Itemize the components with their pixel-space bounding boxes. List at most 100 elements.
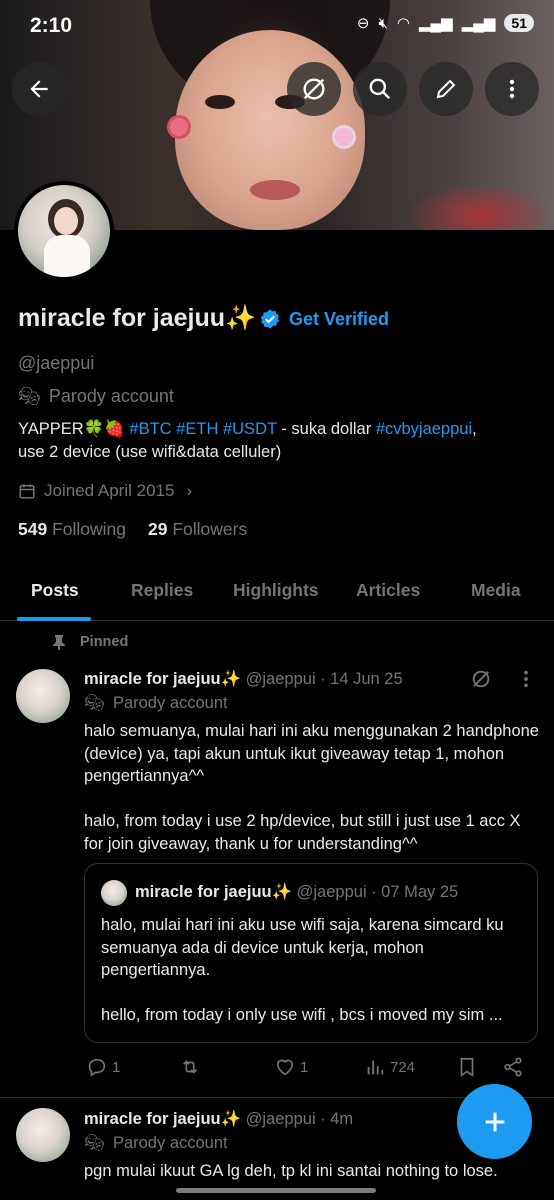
post-actions: 1 1 724 bbox=[84, 1056, 534, 1084]
more-vertical-icon bbox=[509, 79, 515, 99]
mask-icon: 🎭︎ bbox=[84, 694, 105, 712]
followers-link[interactable]: 29 Followers bbox=[148, 519, 247, 540]
tab-posts[interactable]: Posts bbox=[31, 580, 79, 601]
back-arrow-icon bbox=[30, 80, 48, 98]
pencil-icon bbox=[436, 79, 456, 99]
compose-post-button[interactable] bbox=[457, 1084, 532, 1159]
like-count: 1 bbox=[300, 1058, 309, 1076]
hashtag-link[interactable]: #BTC bbox=[129, 420, 171, 438]
more-vertical-icon bbox=[524, 670, 528, 688]
follow-stats: 549 Following 29 Followers bbox=[18, 519, 247, 540]
post-avatar[interactable] bbox=[16, 1108, 70, 1162]
quote-header: miracle for jaejuu✨ @jaeppui · 07 May 25 bbox=[135, 883, 458, 902]
bio-text: use 2 device (use wifi&data celluler) bbox=[18, 443, 282, 461]
hashtag-link[interactable]: #USDT bbox=[223, 420, 277, 438]
views-icon bbox=[367, 1060, 384, 1075]
signal-icon: ▂▄▆ bbox=[461, 15, 496, 32]
grok-icon bbox=[472, 670, 490, 688]
grok-icon bbox=[303, 78, 325, 100]
hashtag-link[interactable]: #ETH bbox=[176, 420, 218, 438]
profile-tabs: Posts Replies Highlights Articles Media bbox=[0, 570, 554, 621]
tab-articles[interactable]: Articles bbox=[356, 580, 420, 601]
reply-button[interactable]: 1 bbox=[86, 1056, 120, 1078]
battery-indicator: 51 bbox=[504, 14, 534, 32]
parody-text: Parody account bbox=[112, 694, 228, 712]
followers-label: Followers bbox=[172, 519, 248, 539]
post-parody-label: 🎭︎ Parody account bbox=[84, 1134, 228, 1153]
signal-icon: ▂▄▆ bbox=[419, 15, 453, 32]
mask-icon: 🎭︎ bbox=[18, 386, 41, 406]
profile-bio: YAPPER🍀🍓 #BTC #ETH #USDT - suka dollar #… bbox=[18, 418, 538, 464]
tab-replies[interactable]: Replies bbox=[131, 580, 193, 601]
parody-text: Parody account bbox=[48, 386, 174, 406]
mute-icon: 🔇︎ bbox=[378, 14, 388, 32]
post-parody-label: 🎭︎ Parody account bbox=[84, 694, 228, 713]
post-more-button[interactable] bbox=[518, 668, 534, 695]
parody-label: 🎭︎ Parody account bbox=[18, 386, 174, 407]
joined-date[interactable]: Joined April 2015 › bbox=[18, 481, 192, 501]
mask-icon: 🎭︎ bbox=[84, 1134, 105, 1152]
wifi-icon: ◠ bbox=[396, 15, 411, 32]
view-count: 724 bbox=[390, 1058, 416, 1076]
reply-count: 1 bbox=[112, 1058, 121, 1076]
search-icon bbox=[369, 78, 391, 100]
following-label: Following bbox=[52, 519, 127, 539]
post-grok-button[interactable] bbox=[470, 668, 492, 695]
post-header: miracle for jaejuu✨ @jaeppui · 14 Jun 25 bbox=[84, 670, 403, 689]
reply-icon bbox=[88, 1058, 106, 1077]
bookmark-button[interactable] bbox=[457, 1056, 477, 1078]
avatar-image bbox=[18, 185, 110, 277]
status-icons: ⊖ 🔇︎ ◠ ▂▄▆ ▂▄▆ 51 bbox=[357, 14, 534, 32]
banner-flower bbox=[335, 128, 353, 146]
plus-icon bbox=[485, 1112, 504, 1131]
status-bar: 2:10 ⊖ 🔇︎ ◠ ▂▄▆ ▂▄▆ 51 bbox=[0, 0, 554, 48]
pinned-label: Pinned bbox=[80, 634, 129, 650]
search-button[interactable] bbox=[353, 62, 407, 116]
profile-display-name: miracle for jaejuu✨ bbox=[18, 304, 257, 332]
edit-button[interactable] bbox=[419, 62, 473, 116]
followers-count: 29 bbox=[148, 519, 168, 539]
more-options-button[interactable] bbox=[485, 62, 539, 116]
heart-icon bbox=[276, 1059, 294, 1076]
bookmark-icon bbox=[460, 1057, 474, 1077]
post-author-name[interactable]: miracle for jaejuu✨ bbox=[84, 1110, 241, 1128]
like-button[interactable]: 1 bbox=[274, 1056, 308, 1078]
share-button[interactable] bbox=[502, 1056, 524, 1078]
avatar-face bbox=[54, 207, 78, 235]
get-verified-button[interactable]: Get Verified bbox=[259, 308, 389, 330]
tab-highlights[interactable]: Highlights bbox=[233, 580, 319, 601]
quote-author-name: miracle for jaejuu✨ bbox=[135, 883, 293, 901]
avatar-dress bbox=[44, 235, 90, 277]
post-author-handle: @jaeppui bbox=[245, 1110, 316, 1128]
profile-handle: @jaeppui bbox=[18, 353, 95, 373]
grok-button[interactable] bbox=[287, 62, 341, 116]
post-date: · 14 Jun 25 bbox=[320, 670, 403, 688]
bio-text: YAPPER🍀🍓 bbox=[18, 420, 130, 438]
quoted-post[interactable]: miracle for jaejuu✨ @jaeppui · 07 May 25… bbox=[84, 863, 538, 1043]
get-verified-label: Get Verified bbox=[289, 308, 390, 329]
chevron-right-icon: › bbox=[186, 481, 193, 500]
post-header: miracle for jaejuu✨ @jaeppui · 4m bbox=[84, 1110, 353, 1129]
post-avatar[interactable] bbox=[16, 669, 70, 723]
parody-text: Parody account bbox=[112, 1134, 228, 1152]
calendar-icon bbox=[19, 484, 35, 499]
quote-author-handle: @jaeppui bbox=[296, 883, 367, 901]
repost-button[interactable] bbox=[178, 1056, 206, 1078]
back-button[interactable] bbox=[12, 62, 66, 116]
post-date: · 4m bbox=[320, 1110, 354, 1128]
post-text: halo semuanya, mulai hari ini aku menggu… bbox=[84, 722, 539, 853]
status-time: 2:10 bbox=[30, 14, 73, 37]
profile-avatar[interactable] bbox=[14, 181, 114, 281]
share-icon bbox=[504, 1057, 522, 1077]
quote-text: halo, mulai hari ini aku use wifi saja, … bbox=[101, 916, 504, 1024]
bio-text: , bbox=[472, 420, 477, 438]
hashtag-link[interactable]: #cvbyjaeppui bbox=[376, 420, 472, 438]
following-link[interactable]: 549 Following bbox=[18, 519, 126, 540]
pin-icon bbox=[53, 635, 65, 650]
post-author-name[interactable]: miracle for jaejuu✨ bbox=[84, 670, 241, 688]
views-button[interactable]: 724 bbox=[364, 1056, 415, 1078]
repost-icon bbox=[182, 1060, 198, 1074]
home-indicator[interactable] bbox=[176, 1188, 376, 1193]
joined-text: Joined April 2015 bbox=[44, 481, 175, 500]
tab-media[interactable]: Media bbox=[471, 580, 521, 601]
